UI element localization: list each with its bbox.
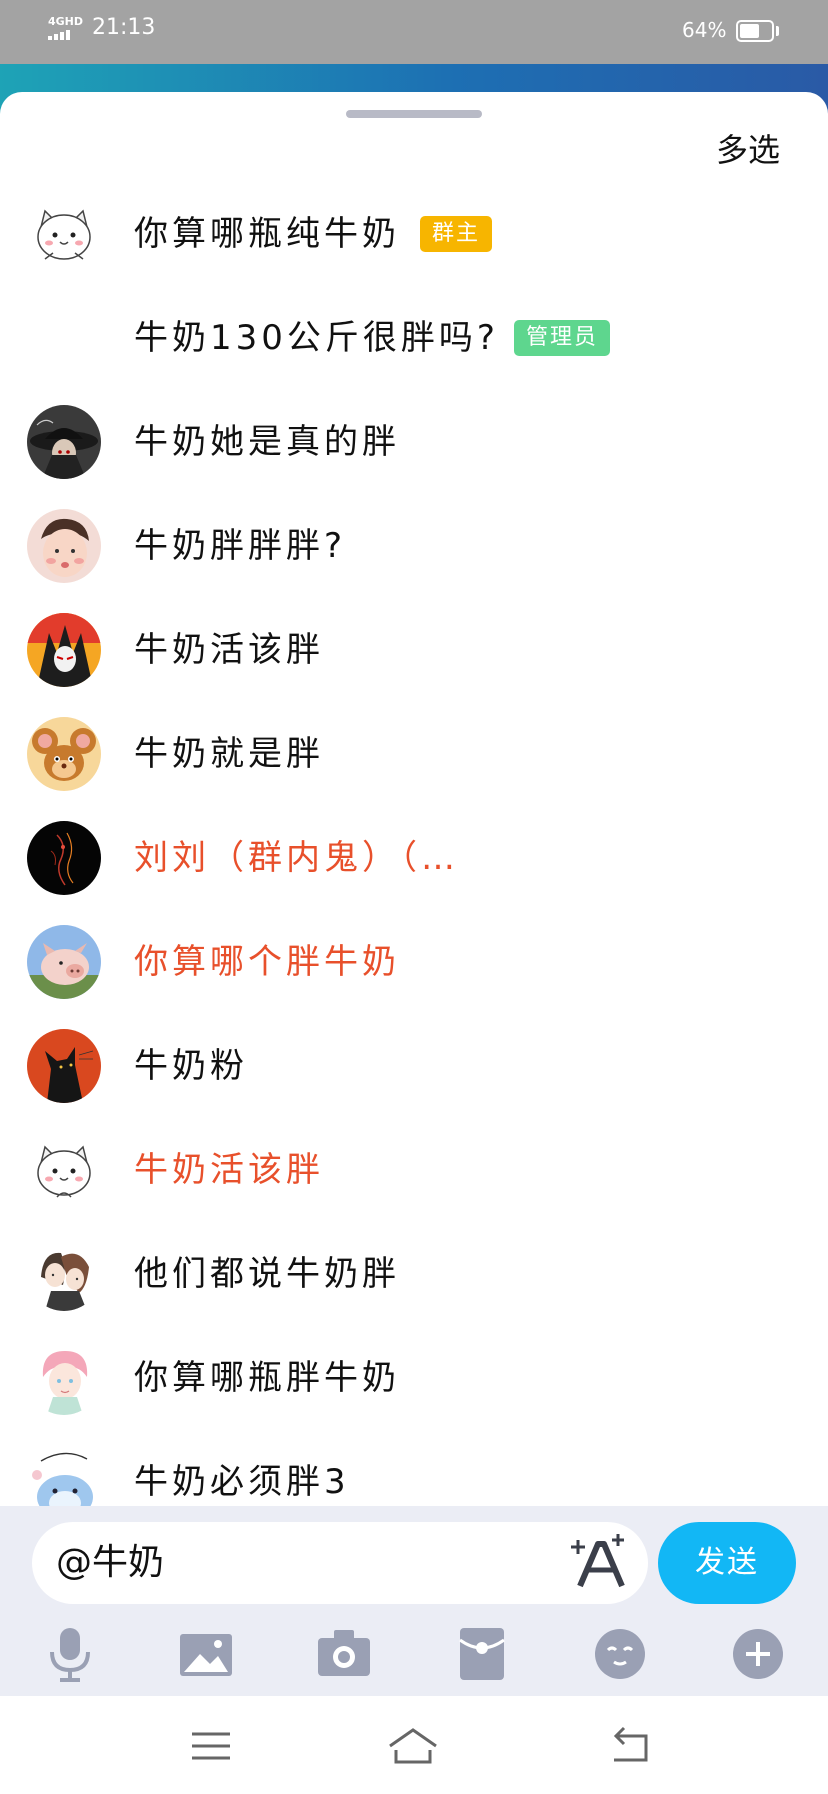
battery-icon bbox=[736, 20, 774, 42]
admin-badge: 管理员 bbox=[514, 320, 611, 356]
plus-icon[interactable] bbox=[730, 1626, 786, 1682]
boy-illustration-avatar bbox=[27, 1341, 101, 1415]
member-name: 牛奶就是胖 bbox=[134, 734, 324, 774]
member-name: 牛奶130公斤很胖吗? bbox=[134, 318, 499, 358]
signal-icon bbox=[48, 30, 70, 40]
member-row[interactable]: 刘刘（群内鬼）（… bbox=[0, 806, 828, 910]
member-name: 牛奶她是真的胖 bbox=[134, 422, 400, 462]
message-input-text[interactable]: @牛奶 bbox=[56, 1522, 164, 1604]
dark-art-avatar bbox=[27, 821, 101, 895]
member-row[interactable]: 牛奶胖胖胖? bbox=[0, 494, 828, 598]
image-icon[interactable] bbox=[178, 1626, 234, 1682]
status-bar: 4GHD 21:13 64% bbox=[0, 0, 828, 64]
member-row[interactable]: 牛奶活该胖 bbox=[0, 598, 828, 702]
back-icon[interactable] bbox=[608, 1724, 658, 1768]
red-packet-icon[interactable] bbox=[454, 1626, 510, 1682]
black-cat-avatar bbox=[27, 1029, 101, 1103]
cat-avatar bbox=[27, 1133, 101, 1207]
dark-character-avatar bbox=[27, 405, 101, 479]
member-name: 你算哪瓶胖牛奶 bbox=[134, 1358, 400, 1398]
emoji-icon[interactable] bbox=[592, 1626, 648, 1682]
couple-illustration-avatar bbox=[27, 1237, 101, 1311]
owner-badge: 群主 bbox=[420, 216, 493, 252]
member-name: 牛奶粉 bbox=[134, 1046, 248, 1086]
member-row[interactable]: 你算哪个胖牛奶 bbox=[0, 910, 828, 1014]
system-nav-bar bbox=[0, 1696, 828, 1794]
message-input[interactable]: @牛奶 bbox=[32, 1522, 648, 1604]
member-row[interactable]: 牛奶就是胖 bbox=[0, 702, 828, 806]
member-name: 牛奶胖胖胖? bbox=[134, 526, 347, 566]
font-style-icon[interactable] bbox=[570, 1532, 630, 1594]
blue-creature-avatar bbox=[27, 1445, 101, 1506]
member-row[interactable]: 牛奶必须胖3 bbox=[0, 1430, 828, 1506]
member-picker-sheet: 多选 你算哪瓶纯牛奶 群主 牛奶130公斤很胖吗? 管理员 牛奶她是真的胖 牛奶… bbox=[0, 92, 828, 1698]
menu-icon[interactable] bbox=[188, 1724, 238, 1768]
member-name: 牛奶必须胖3 bbox=[134, 1462, 350, 1502]
member-row[interactable]: 牛奶粉 bbox=[0, 1014, 828, 1118]
microphone-icon[interactable] bbox=[42, 1626, 98, 1682]
cat-avatar bbox=[27, 197, 101, 271]
member-name: 刘刘（群内鬼）（… bbox=[134, 838, 459, 878]
member-row[interactable]: 他们都说牛奶胖 bbox=[0, 1222, 828, 1326]
member-name: 牛奶活该胖 bbox=[134, 630, 324, 670]
battery-cap bbox=[776, 26, 779, 36]
member-name: 你算哪瓶纯牛奶 bbox=[134, 214, 400, 254]
member-row[interactable]: 牛奶她是真的胖 bbox=[0, 390, 828, 494]
home-icon[interactable] bbox=[388, 1724, 438, 1768]
member-row[interactable]: 你算哪瓶胖牛奶 bbox=[0, 1326, 828, 1430]
pig-photo-avatar bbox=[27, 925, 101, 999]
anime-character-avatar bbox=[27, 613, 101, 687]
clock: 21:13 bbox=[92, 15, 156, 40]
member-row[interactable]: 牛奶130公斤很胖吗? 管理员 bbox=[0, 286, 828, 390]
member-name: 牛奶活该胖 bbox=[134, 1150, 324, 1190]
cartoon-mouse-avatar bbox=[27, 717, 101, 791]
sheet-grabber[interactable] bbox=[346, 110, 482, 118]
chat-input-area: @牛奶 发送 bbox=[0, 1506, 828, 1696]
multi-select-button[interactable]: 多选 bbox=[716, 128, 780, 172]
network-indicator: 4GHD bbox=[48, 15, 84, 28]
camera-icon[interactable] bbox=[316, 1626, 372, 1682]
baby-photo-avatar bbox=[27, 509, 101, 583]
member-name: 你算哪个胖牛奶 bbox=[134, 942, 400, 982]
send-button[interactable]: 发送 bbox=[658, 1522, 796, 1604]
member-name: 他们都说牛奶胖 bbox=[134, 1254, 400, 1294]
member-row[interactable]: 你算哪瓶纯牛奶 群主 bbox=[0, 182, 828, 286]
member-row[interactable]: 牛奶活该胖 bbox=[0, 1118, 828, 1222]
battery-percent: 64% bbox=[682, 18, 727, 42]
